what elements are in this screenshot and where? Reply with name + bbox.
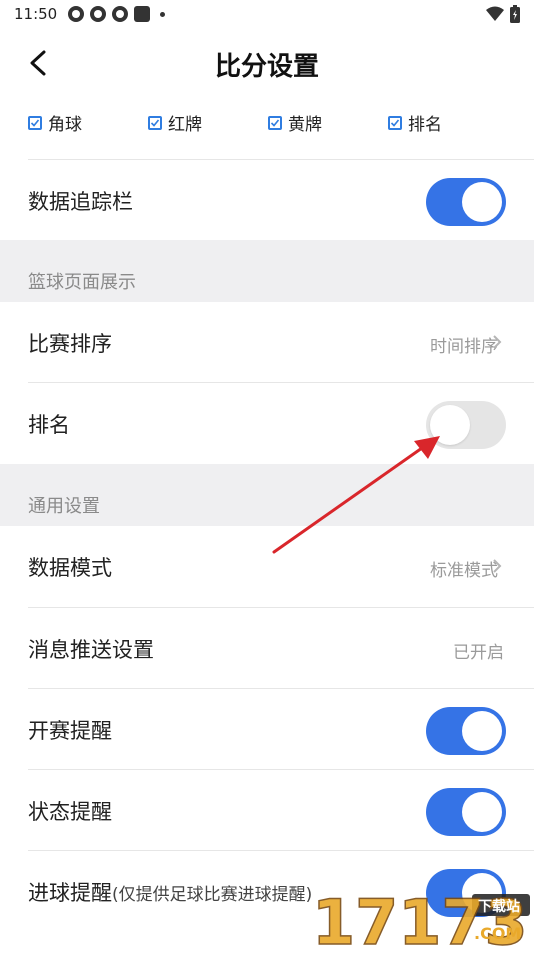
row-data-mode[interactable]: 数据模式 标准模式	[0, 526, 534, 606]
chevron-right-icon	[493, 559, 502, 573]
row-label: 数据追踪栏	[28, 190, 133, 214]
more-notifications-icon	[160, 11, 165, 17]
page-title: 比分设置	[214, 52, 319, 82]
checkbox-corner[interactable]: 角球	[28, 110, 82, 135]
watermark-badge: 下载站	[478, 899, 520, 915]
toggle-knob	[430, 405, 470, 445]
checkbox-label: 角球	[48, 115, 82, 135]
goal-reminder-label: 进球提醒	[28, 881, 112, 905]
row-label: 排名	[28, 413, 70, 437]
section-title: 通用设置	[28, 496, 100, 517]
checkbox-checked-icon[interactable]	[268, 115, 282, 130]
ranking-toggle[interactable]	[426, 401, 506, 449]
toggle-knob	[462, 182, 502, 222]
chevron-right-icon	[493, 335, 502, 349]
row-label: 比赛排序	[28, 332, 112, 356]
row-match-sort[interactable]: 比赛排序 时间排序	[0, 302, 534, 382]
start-reminder-toggle[interactable]	[426, 707, 506, 755]
wifi-icon	[486, 6, 504, 21]
data-mode-value: 标准模式	[430, 561, 498, 581]
checkbox-label: 黄牌	[288, 115, 322, 135]
system-icons	[486, 5, 520, 23]
match-sort-value: 时间排序	[430, 337, 498, 357]
status-reminder-toggle[interactable]	[426, 788, 506, 836]
section-general-settings: 通用设置	[0, 464, 534, 526]
checkbox-yellow-card[interactable]: 黄牌	[268, 110, 322, 135]
row-label: 开赛提醒	[28, 719, 112, 743]
checkbox-label: 红牌	[168, 115, 202, 135]
notification-icons	[68, 6, 165, 22]
row-label: 消息推送设置	[28, 638, 154, 662]
notification-app-icon	[68, 6, 84, 22]
battery-icon	[510, 5, 520, 23]
notification-app-icon	[112, 6, 128, 22]
row-data-tracker: 数据追踪栏	[0, 160, 534, 240]
section-title: 篮球页面展示	[28, 272, 136, 293]
watermark-domain: .COM	[474, 924, 522, 943]
row-label: 状态提醒	[28, 800, 112, 824]
checkbox-red-card[interactable]: 红牌	[148, 110, 202, 135]
toggle-knob	[462, 711, 502, 751]
toggle-knob	[462, 792, 502, 832]
push-settings-value: 已开启	[453, 643, 504, 663]
row-ranking: 排名	[0, 383, 534, 463]
row-status-reminder: 状态提醒	[0, 770, 534, 850]
section-basketball-display: 篮球页面展示	[0, 240, 534, 302]
checkbox-ranking[interactable]: 排名	[388, 110, 442, 135]
status-bar: 11:50	[0, 0, 534, 30]
display-options-checkboxes: 角球 红牌 黄牌 排名	[0, 104, 534, 140]
status-time: 11:50	[14, 5, 58, 23]
data-tracker-toggle[interactable]	[426, 178, 506, 226]
app-header: 比分设置	[0, 30, 534, 100]
checkbox-checked-icon[interactable]	[28, 115, 42, 130]
watermark: 17173 下载站 .COM	[311, 880, 534, 954]
notification-app-icon	[90, 6, 106, 22]
checkbox-checked-icon[interactable]	[148, 115, 162, 130]
notification-square-icon	[134, 6, 150, 22]
goal-reminder-note: (仅提供足球比赛进球提醒)	[112, 885, 313, 905]
row-label: 进球提醒(仅提供足球比赛进球提醒)	[28, 877, 312, 907]
row-push-settings[interactable]: 消息推送设置 已开启	[0, 608, 534, 688]
checkbox-checked-icon[interactable]	[388, 115, 402, 130]
row-start-reminder: 开赛提醒	[0, 689, 534, 769]
row-label: 数据模式	[28, 556, 112, 580]
checkbox-label: 排名	[408, 115, 442, 135]
